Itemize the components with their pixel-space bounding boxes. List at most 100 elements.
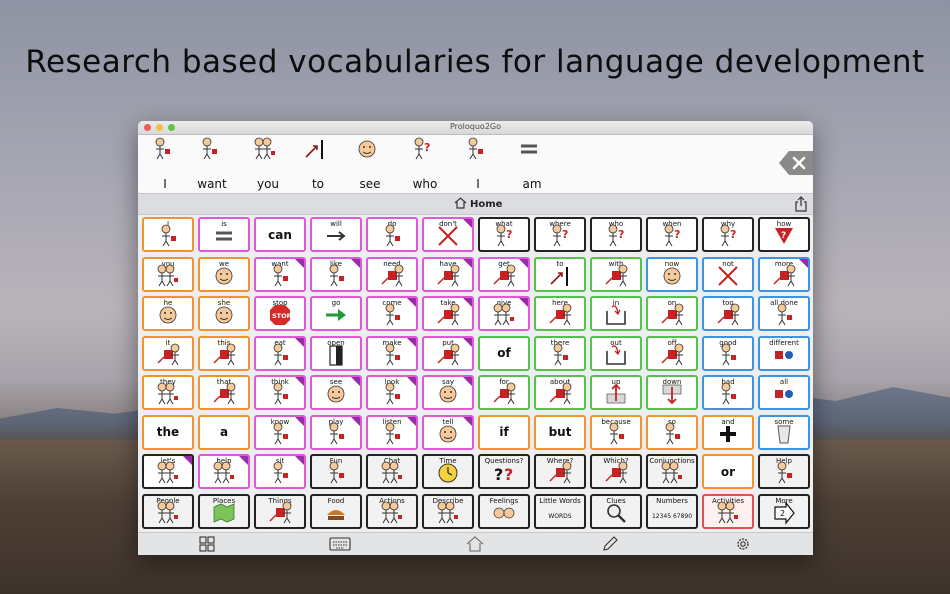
vocab-button-different[interactable]: different — [758, 335, 810, 371]
vocab-button-do[interactable]: do — [366, 217, 418, 252]
vocab-button-and[interactable]: and — [702, 414, 754, 450]
vocab-button-out[interactable]: out — [590, 335, 642, 371]
vocab-button-need[interactable]: need — [366, 256, 418, 292]
vocab-button-clues[interactable]: Clues — [590, 493, 642, 529]
vocab-button-play[interactable]: play — [310, 414, 362, 450]
vocab-button-will[interactable]: will — [310, 217, 362, 252]
home-button[interactable] — [464, 536, 486, 552]
message-word[interactable]: I — [456, 135, 500, 193]
vocab-button-conjunctions[interactable]: Conjunctions — [646, 454, 698, 489]
vocab-button-let-s[interactable]: let's — [142, 454, 194, 489]
vocab-button-make[interactable]: make — [366, 335, 418, 371]
vocab-button-actions[interactable]: Actions — [366, 493, 418, 529]
vocab-button-describe[interactable]: Describe — [422, 493, 474, 529]
vocab-button-in[interactable]: in — [590, 296, 642, 331]
vocab-button-little-words[interactable]: Little Words WORDS — [534, 493, 586, 529]
vocab-button-about[interactable]: about — [534, 375, 586, 410]
vocab-button-chat[interactable]: Chat — [366, 454, 418, 489]
vocab-button-on[interactable]: on — [646, 296, 698, 331]
vocab-button-fun[interactable]: Fun — [310, 454, 362, 489]
vocab-button-down[interactable]: down — [646, 375, 698, 410]
vocab-button-too[interactable]: too — [702, 296, 754, 331]
vocab-button-she[interactable]: she — [198, 296, 250, 331]
vocab-button-tell[interactable]: tell — [422, 414, 474, 450]
vocab-button-put[interactable]: put — [422, 335, 474, 371]
vocab-button-which[interactable]: Which? — [590, 454, 642, 489]
vocab-button-help[interactable]: Help — [758, 454, 810, 489]
vocab-button-with[interactable]: with — [590, 256, 642, 292]
vocab-button-how[interactable]: how? — [758, 217, 810, 252]
settings-button[interactable] — [732, 536, 754, 552]
vocab-button-he[interactable]: he — [142, 296, 194, 331]
vocab-button-activities[interactable]: Activities — [702, 493, 754, 529]
vocab-button-why[interactable]: why ? — [702, 217, 754, 252]
vocab-button-i[interactable]: I — [142, 217, 194, 252]
vocab-button-questions[interactable]: Questions??? — [478, 454, 530, 489]
vocab-button-more[interactable]: More 2 — [758, 493, 810, 529]
vocab-button-don-t[interactable]: don't — [422, 217, 474, 252]
vocab-button-of[interactable]: of — [478, 335, 530, 371]
vocab-button-this[interactable]: this — [198, 335, 250, 371]
vocab-button-we[interactable]: we — [198, 256, 250, 292]
vocab-button-so[interactable]: so — [646, 414, 698, 450]
vocab-button-think[interactable]: think — [254, 375, 306, 410]
vocab-button-listen[interactable]: listen — [366, 414, 418, 450]
vocab-button-where[interactable]: where ? — [534, 217, 586, 252]
vocab-button-for[interactable]: for — [478, 375, 530, 410]
vocab-button-who[interactable]: who ? — [590, 217, 642, 252]
vocab-button-get[interactable]: get — [478, 256, 530, 292]
vocab-button-can[interactable]: can — [254, 217, 306, 252]
vocab-button-all-done[interactable]: all done — [758, 296, 810, 331]
message-word[interactable]: want — [190, 135, 234, 193]
vocab-button-look[interactable]: look — [366, 375, 418, 410]
vocab-button-open[interactable]: open — [310, 335, 362, 371]
vocab-button-you[interactable]: you — [142, 256, 194, 292]
vocab-button-but[interactable]: but — [534, 414, 586, 450]
grid-button[interactable] — [196, 536, 218, 552]
vocab-button-if[interactable]: if — [478, 414, 530, 450]
vocab-button-up[interactable]: up — [590, 375, 642, 410]
vocab-button-some[interactable]: some — [758, 414, 810, 450]
vocab-button-off[interactable]: off — [646, 335, 698, 371]
vocab-button-here[interactable]: here — [534, 296, 586, 331]
vocab-button-say[interactable]: say — [422, 375, 474, 410]
vocab-button-good[interactable]: good — [702, 335, 754, 371]
vocab-button-go[interactable]: go — [310, 296, 362, 331]
vocab-button-where[interactable]: Where? — [534, 454, 586, 489]
vocab-button-take[interactable]: take — [422, 296, 474, 331]
vocab-button-is[interactable]: is — [198, 217, 250, 252]
vocab-button-eat[interactable]: eat — [254, 335, 306, 371]
vocab-button-because[interactable]: because — [590, 414, 642, 450]
vocab-button-not[interactable]: not — [702, 256, 754, 292]
vocab-button-food[interactable]: Food — [310, 493, 362, 529]
vocab-button-it[interactable]: it — [142, 335, 194, 371]
vocab-button-they[interactable]: they — [142, 375, 194, 410]
vocab-button-time[interactable]: Time — [422, 454, 474, 489]
edit-button[interactable] — [598, 536, 620, 552]
vocab-button-what[interactable]: what ? — [478, 217, 530, 252]
vocab-button-there[interactable]: there — [534, 335, 586, 371]
vocab-button-that[interactable]: that — [198, 375, 250, 410]
vocab-button-feelings[interactable]: Feelings — [478, 493, 530, 529]
vocab-button-stop[interactable]: stop STOP — [254, 296, 306, 331]
vocab-button-the[interactable]: the — [142, 414, 194, 450]
vocab-button-bad[interactable]: bad — [702, 375, 754, 410]
vocab-button-places[interactable]: Places — [198, 493, 250, 529]
vocab-button-know[interactable]: know — [254, 414, 306, 450]
vocab-button-want[interactable]: want — [254, 256, 306, 292]
vocab-button-come[interactable]: come — [366, 296, 418, 331]
vocab-button-see[interactable]: see — [310, 375, 362, 410]
vocab-button-more[interactable]: more — [758, 256, 810, 292]
vocab-button-sit[interactable]: sit — [254, 454, 306, 489]
vocab-button-all[interactable]: all — [758, 375, 810, 410]
message-word[interactable]: see — [348, 135, 392, 193]
message-word[interactable]: to — [296, 135, 340, 193]
vocab-button-a[interactable]: a — [198, 414, 250, 450]
vocab-button-like[interactable]: like — [310, 256, 362, 292]
message-word[interactable]: am — [510, 135, 554, 193]
message-word[interactable]: ? who — [403, 135, 447, 193]
vocab-button-people[interactable]: People — [142, 493, 194, 529]
message-word[interactable]: you — [246, 135, 290, 193]
vocab-button-to[interactable]: to — [534, 256, 586, 292]
vocab-button-things[interactable]: Things — [254, 493, 306, 529]
